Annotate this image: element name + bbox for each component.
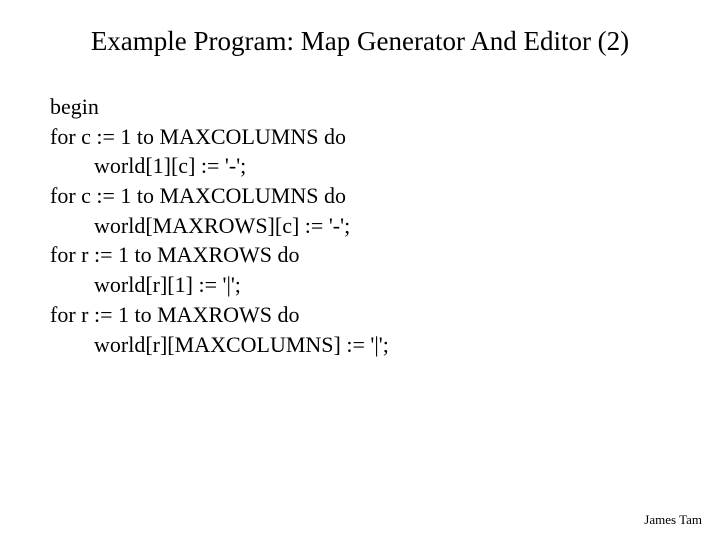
slide: Example Program: Map Generator And Edito… (0, 0, 720, 540)
code-line: world[MAXROWS][c] := '-'; (50, 211, 670, 241)
code-line: for c := 1 to MAXCOLUMNS do (50, 181, 670, 211)
code-line: for c := 1 to MAXCOLUMNS do (50, 122, 670, 152)
code-line: for r := 1 to MAXROWS do (50, 300, 670, 330)
code-line: for r := 1 to MAXROWS do (50, 240, 670, 270)
footer-author: James Tam (644, 512, 702, 528)
code-line: world[r][MAXCOLUMNS] := '|'; (50, 330, 670, 360)
slide-title: Example Program: Map Generator And Edito… (0, 26, 720, 57)
code-line: begin (50, 92, 670, 122)
code-line: world[1][c] := '-'; (50, 151, 670, 181)
code-block: begin for c := 1 to MAXCOLUMNS do world[… (50, 92, 670, 359)
code-line: world[r][1] := '|'; (50, 270, 670, 300)
